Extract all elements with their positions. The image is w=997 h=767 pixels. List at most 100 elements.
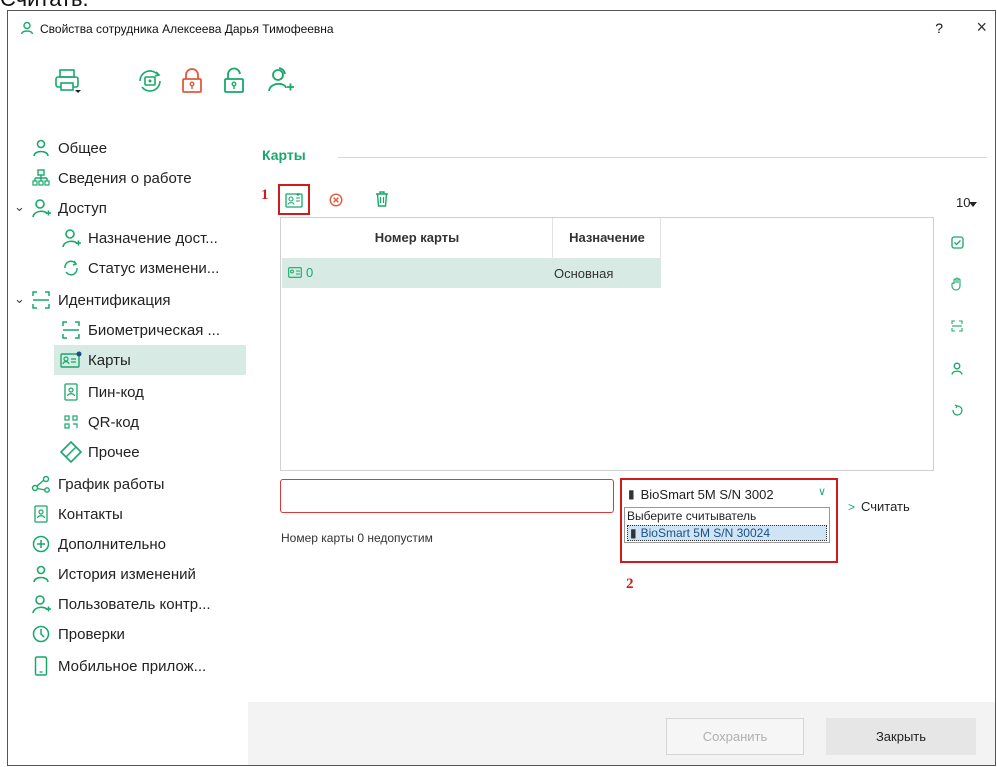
- access-icon: [60, 227, 82, 249]
- read-button[interactable]: > Считать: [848, 499, 910, 514]
- sidebar-item-label: Общее: [58, 139, 108, 157]
- purpose-cell: Основная: [554, 266, 614, 281]
- sidebar-item-contacts[interactable]: Контакты: [30, 499, 123, 529]
- footer-bar: Сохранить Закрыть: [248, 702, 995, 765]
- sidebar-item-label: QR-код: [88, 413, 139, 431]
- sidebar-item-history[interactable]: История изменений: [30, 559, 196, 589]
- sidebar-item-checks[interactable]: Проверки: [30, 619, 125, 649]
- reader-select[interactable]: ▮ BioSmart 5M S/N 3002⁣ ∨: [624, 483, 832, 505]
- sidebar-item-label: Контакты: [58, 505, 123, 523]
- printer-icon[interactable]: [52, 65, 84, 97]
- reader-device-icon: ▮: [628, 487, 635, 501]
- tag-icon: [60, 441, 82, 463]
- sidebar-item-label: График работы: [58, 475, 165, 493]
- employee-properties-window: Свойства сотрудника Алексеева Дарья Тимо…: [7, 10, 996, 766]
- sidebar-item-schedule[interactable]: График работы: [30, 469, 164, 499]
- column-separator: [660, 218, 661, 258]
- org-chart-icon: [30, 167, 52, 189]
- reader-option-placeholder[interactable]: Выберите считыватель: [627, 509, 756, 523]
- user-add-icon: [30, 593, 52, 615]
- sidebar-item-label: Мобильное прилож...: [58, 657, 207, 675]
- scan-icon: [30, 289, 52, 311]
- cards-table: Номер карты Назначение 0 Основная: [280, 217, 934, 471]
- reader-option-label: BioSmart 5M S/N 30024: [640, 526, 771, 540]
- qr-icon: [60, 411, 82, 433]
- column-header-purpose[interactable]: Назначение: [553, 218, 661, 258]
- scan-face-icon[interactable]: [948, 317, 966, 335]
- section-divider: [338, 157, 987, 158]
- chevron-down-icon[interactable]: ⌄: [14, 199, 25, 215]
- sidebar-item-biometric[interactable]: Биометрическая ...: [60, 315, 220, 345]
- chevron-down-icon[interactable]: ⌄: [14, 291, 25, 307]
- close-button[interactable]: Закрыть: [826, 718, 976, 755]
- caret-down-icon: [969, 202, 977, 207]
- sidebar-item-label: Доступ: [58, 199, 107, 217]
- schedule-icon: [30, 473, 52, 495]
- sidebar-item-identification[interactable]: Идентификация: [30, 285, 170, 315]
- page-size-select[interactable]: 10: [956, 195, 977, 210]
- add-card-icon[interactable]: [282, 189, 306, 211]
- close-window-button[interactable]: ×: [976, 17, 987, 38]
- user-icon: [20, 21, 34, 38]
- sidebar-item-change-status[interactable]: Статус изменени...: [60, 253, 219, 283]
- sync-icon: [60, 257, 82, 279]
- sidebar-item-cards[interactable]: Карты: [54, 345, 246, 375]
- sidebar-item-access-assignment[interactable]: Назначение дост...: [60, 223, 218, 253]
- card-number-input[interactable]: [280, 479, 614, 513]
- sidebar-item-mobile-app[interactable]: Мобильное прилож...: [30, 651, 206, 681]
- column-header-card-number[interactable]: Номер карты: [281, 218, 553, 258]
- sidebar-item-additional[interactable]: Дополнительно: [30, 529, 166, 559]
- access-icon: [30, 197, 52, 219]
- sidebar-item-access[interactable]: Доступ: [30, 193, 107, 223]
- card-number-value: 0: [306, 265, 314, 280]
- sidebar-item-work-info[interactable]: Сведения о работе: [30, 163, 192, 193]
- sidebar-item-qr[interactable]: QR-код: [60, 407, 139, 437]
- title-bar: Свойства сотрудника Алексеева Дарья Тимо…: [8, 11, 995, 47]
- marker-2: 2: [626, 576, 634, 592]
- fingerprint-sync-icon[interactable]: [134, 65, 166, 97]
- trash-icon[interactable]: [372, 189, 392, 209]
- sidebar-item-general[interactable]: Общее: [30, 133, 107, 163]
- unlock-icon[interactable]: [218, 65, 250, 97]
- sidebar-item-label: Назначение дост...: [88, 229, 218, 247]
- sidebar-item-label: Пользователь контр...: [58, 595, 211, 613]
- sidebar-item-label: Биометрическая ...: [88, 321, 220, 339]
- check-square-icon[interactable]: [948, 233, 966, 251]
- reader-selected-value: BioSmart 5M S/N 3002⁣: [640, 486, 774, 502]
- sidebar-item-label: Статус изменени...: [88, 259, 220, 277]
- read-button-label: Считать: [861, 499, 910, 514]
- sidebar-item-label: Идентификация: [58, 291, 171, 309]
- sidebar-item-label: Дополнительно: [58, 535, 166, 553]
- sidebar-item-label: Карты: [88, 351, 131, 369]
- sidebar-item-label: Сведения о работе: [58, 169, 192, 187]
- error-message: Номер карты 0 недопустим: [281, 531, 433, 545]
- plus-circle-icon: [30, 533, 52, 555]
- main-panel: Карты 1 10 Номер карты Назначение 0 Осно…: [248, 121, 995, 765]
- scan-icon: [60, 319, 82, 341]
- sidebar-item-label: История изменений: [58, 565, 196, 583]
- user-icon: [30, 563, 52, 585]
- marker-1: 1: [261, 187, 269, 203]
- phone-icon: [30, 655, 52, 677]
- sidebar-item-other[interactable]: Прочее: [60, 437, 140, 467]
- hand-icon[interactable]: [948, 275, 966, 293]
- pin-icon: [60, 381, 82, 403]
- touch-icon[interactable]: [948, 401, 966, 419]
- remove-icon[interactable]: [326, 190, 346, 210]
- user-icon[interactable]: [948, 359, 966, 377]
- sidebar-nav: ⌄ ⌄ Общее Сведения о работе Доступ Назна…: [8, 121, 248, 765]
- user-icon: [30, 137, 52, 159]
- table-row[interactable]: 0 Основная: [282, 258, 661, 288]
- chevron-right-icon: >: [848, 499, 856, 514]
- add-user-icon[interactable]: [264, 65, 296, 97]
- window-title: Свойства сотрудника Алексеева Дарья Тимо…: [40, 22, 334, 36]
- reader-dropdown: ▮ BioSmart 5M S/N 3002⁣ ∨ Выберите считы…: [624, 481, 838, 555]
- sidebar-item-pin[interactable]: Пин-код: [60, 377, 144, 407]
- save-button[interactable]: Сохранить: [666, 718, 804, 755]
- sidebar-item-controller-user[interactable]: Пользователь контр...: [30, 589, 211, 619]
- sidebar-item-label: Прочее: [88, 443, 140, 461]
- reader-option-biosmart[interactable]: ▮ BioSmart 5M S/N 30024: [627, 525, 827, 541]
- reader-device-icon: ▮: [630, 526, 637, 540]
- lock-icon[interactable]: [176, 65, 208, 97]
- help-button[interactable]: ?: [935, 20, 943, 36]
